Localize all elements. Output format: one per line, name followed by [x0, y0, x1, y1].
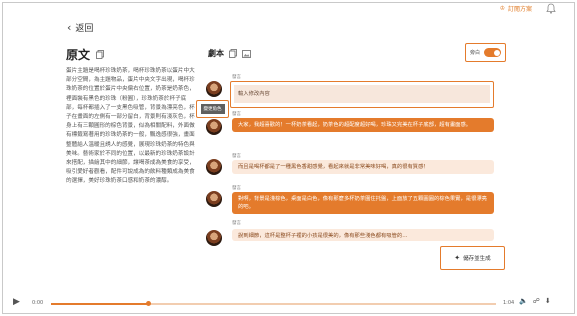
copy-icon[interactable] [96, 50, 104, 59]
current-time: 0:00 [32, 300, 44, 306]
save-and-generate-label: 儲存並生成 [463, 256, 491, 262]
copy-icon[interactable] [229, 49, 237, 58]
avatar[interactable] [206, 81, 222, 97]
subscription-button[interactable]: ♔ 訂閱方案 [500, 4, 532, 13]
edit-input-field[interactable]: 輸入修改內容 [234, 85, 490, 103]
change-role-button[interactable]: 變更角色 [196, 100, 229, 118]
download-icon[interactable]: ⬇ [545, 297, 551, 305]
chevron-left-icon: ‹ [67, 20, 72, 34]
script-section-title: 劇本 [208, 48, 251, 59]
narration-toggle-label: 旁白 [469, 50, 480, 56]
dialogue-bubble[interactable]: 對啊，背景是淺棕色，桌面是白色，像有那麼多杯奶茶圍住托盤，上面放了五顆圓圓的棕色… [232, 192, 494, 214]
bell-icon[interactable] [546, 3, 556, 14]
original-text: 蛋片主題是喝杯珍珠奶茶，喝杯珍珠奶茶以蛋片中大部分空間，為主題物品，蛋片中央文字… [66, 68, 195, 185]
dialogue-row: 發言 而且是喝杯都是了一種黑色香甜感覺，看起來就是非常美味好喝，真的很有質感！ [206, 153, 506, 181]
dialogue-bubble[interactable]: 大家，我超喜歡的！一杯奶茶看起，奶茶色的超配度超好喝，珍珠又完美在杯子底部，超有… [232, 118, 494, 132]
speaker-label: 發言 [232, 186, 241, 191]
avatar[interactable] [206, 230, 222, 246]
progress-fill [51, 303, 149, 305]
original-section-title: 原文 [66, 46, 104, 63]
edit-input-box[interactable]: 輸入修改內容 [230, 81, 494, 108]
player-icons: 🔈 ☍ ⬇ [519, 297, 551, 305]
dialogue-row: 發言 大家，我超喜歡的！一杯奶茶看起，奶茶色的超配度超好喝，珍珠又完美在杯子底部… [206, 111, 506, 151]
play-icon[interactable]: ▶ [13, 297, 20, 307]
volume-icon[interactable]: 🔈 [519, 297, 528, 305]
dialogue-row: 發言 說到細節，這杯是整杯子裡的小孩是很美的，像有那些淺色都有吸管的… [206, 220, 506, 246]
crown-icon: ♔ [499, 5, 505, 12]
save-and-generate-button[interactable]: ✦ 儲存並生成 [440, 246, 505, 270]
sparkle-icon: ✦ [454, 254, 461, 262]
change-role-label: 變更角色 [200, 104, 225, 114]
total-time: 1:04 [503, 300, 515, 306]
share-icon[interactable]: ☍ [533, 297, 540, 305]
top-right-actions: ♔ 訂閱方案 [500, 3, 556, 14]
progress-handle[interactable] [146, 301, 152, 306]
speaker-label: 發言 [232, 154, 241, 159]
script-title-text: 劇本 [208, 49, 224, 58]
dialogue-row: 發言 輸入修改內容 [206, 74, 506, 110]
narration-toggle-switch[interactable] [484, 48, 501, 57]
back-button[interactable]: ‹ 返回 [67, 21, 93, 34]
back-label: 返回 [75, 24, 94, 34]
avatar[interactable] [206, 191, 222, 207]
subscription-label: 訂閱方案 [507, 6, 532, 13]
original-title-text: 原文 [66, 48, 91, 62]
dialogue-bubble[interactable]: 說到細節，這杯是整杯子裡的小孩是很美的，像有那些淺色都有吸管的… [232, 229, 494, 241]
progress-track[interactable] [51, 301, 496, 306]
dialogue-row: 發言 對啊，背景是淺棕色，桌面是白色，像有那麼多杯奶茶圍住托盤，上面放了五顆圓圓… [206, 185, 506, 225]
image-icon[interactable] [242, 49, 251, 58]
app-frame: ‹ 返回 ♔ 訂閱方案 原文 蛋片主題是喝杯珍珠奶茶，喝杯珍珠奶茶以蛋片中大部分… [2, 2, 575, 314]
avatar[interactable] [206, 119, 222, 135]
avatar[interactable] [206, 159, 222, 175]
speaker-label: 發言 [232, 112, 241, 117]
audio-player: ▶ 0:00 1:04 🔈 ☍ ⬇ [13, 295, 563, 309]
narration-toggle-box: 旁白 [465, 43, 506, 62]
dialogue-bubble[interactable]: 而且是喝杯都是了一種黑色香甜感覺，看起來就是非常美味好喝，真的很有質感！ [232, 160, 494, 174]
speaker-label: 發言 [232, 75, 241, 80]
speaker-label: 發言 [232, 221, 241, 226]
